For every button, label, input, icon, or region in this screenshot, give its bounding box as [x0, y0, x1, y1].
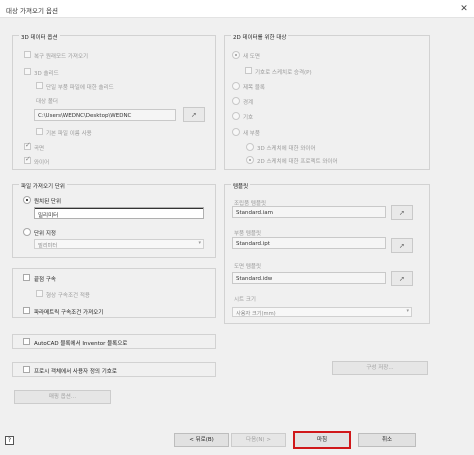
- single-part-label: 단일 부품 파일에 대한 솔리드: [46, 85, 114, 91]
- sketch-3d-radio[interactable]: [246, 143, 254, 151]
- units-from-source-field: 밀리미터: [34, 207, 204, 219]
- browse-icon: ➚: [191, 111, 197, 119]
- assembly-template-field[interactable]: Standard.iam: [232, 206, 386, 218]
- drawing-template-field[interactable]: Standard.idw: [232, 272, 386, 284]
- units-specify-value: 밀리미터: [38, 243, 58, 249]
- title-block-label: 제목 블록: [243, 85, 265, 91]
- sheet-size-select[interactable]: 사용자 크기(mm) ▾: [232, 307, 412, 317]
- units-title: 파일 가져오기 단위: [19, 182, 67, 190]
- solids-checkbox[interactable]: [24, 68, 31, 75]
- window-title: 대상 가져오기 옵션: [6, 7, 58, 15]
- parametric-label: 파라메트릭 구속조건 가져오기: [34, 310, 104, 316]
- constrain-label: 끝점 구속: [34, 277, 56, 283]
- apply-constraints-checkbox[interactable]: [36, 290, 43, 297]
- symbol-label: 기호: [243, 115, 254, 121]
- units-specify-radio[interactable]: [23, 228, 31, 236]
- next-button[interactable]: 다음(N) >: [231, 433, 286, 447]
- units-specify-label: 단위 지정: [34, 231, 56, 237]
- new-drawing-label: 새 도면: [243, 54, 260, 60]
- use-default-name-checkbox[interactable]: [36, 128, 43, 135]
- target-folder-label: 대상 폴더: [36, 99, 58, 105]
- wires-checkbox[interactable]: [24, 155, 31, 164]
- templates-title: 템플릿: [231, 182, 251, 190]
- close-icon[interactable]: ✕: [458, 3, 470, 15]
- title-bar: 대상 가져오기 옵션 ✕: [0, 0, 474, 18]
- sketch-2d-radio[interactable]: [246, 156, 254, 164]
- title-block-radio[interactable]: [232, 82, 240, 90]
- mapping-options-button[interactable]: 매핑 옵션...: [14, 390, 111, 404]
- sketch-2d-label: 2D 스케치에 대한 프로젝트 와이어: [257, 159, 338, 165]
- put-in-sketch-label: 기호로 스케치로 승격(P): [255, 70, 312, 76]
- cancel-button[interactable]: 취소: [358, 433, 416, 447]
- units-from-source-radio[interactable]: [23, 196, 31, 204]
- symbol-radio[interactable]: [232, 112, 240, 120]
- chevron-down-icon: ▾: [198, 240, 201, 246]
- put-in-sketch-checkbox[interactable]: [245, 67, 252, 74]
- assembly-template-browse-button[interactable]: ➚: [391, 205, 413, 220]
- new-part-label: 새 부품: [243, 131, 260, 137]
- target-2d-title: 2D 데이터를 위한 대상: [231, 33, 289, 41]
- constrain-checkbox[interactable]: [23, 274, 30, 281]
- use-default-name-label: 기본 파일 이름 사용: [46, 131, 92, 137]
- sketch-3d-label: 3D 스케치에 대한 와이어: [257, 146, 316, 152]
- sheet-size-label: 시트 크기: [234, 297, 256, 303]
- parametric-checkbox[interactable]: [23, 307, 30, 314]
- solids-label: 3D 솔리드: [34, 71, 59, 77]
- restore-original-checkbox[interactable]: [24, 51, 31, 58]
- import-options-dialog: 대상 가져오기 옵션 ✕ 3D 데이터 옵션 복구 원래모드 가져오기 3D 솔…: [0, 0, 474, 455]
- browse-icon: ➚: [399, 275, 405, 283]
- drawing-template-label: 도면 템플릿: [234, 264, 262, 270]
- surfaces-label: 곡면: [34, 146, 45, 152]
- restore-original-label: 복구 원래모드 가져오기: [34, 54, 89, 60]
- folder-browse-button[interactable]: ➚: [183, 107, 205, 122]
- browse-icon: ➚: [399, 209, 405, 217]
- save-config-button[interactable]: 구성 저장...: [332, 361, 428, 375]
- new-drawing-radio[interactable]: [232, 51, 240, 59]
- part-template-browse-button[interactable]: ➚: [391, 238, 413, 253]
- border-radio[interactable]: [232, 97, 240, 105]
- part-template-field[interactable]: Standard.ipt: [232, 237, 386, 249]
- part-template-label: 부품 템플릿: [234, 231, 262, 237]
- promote-symbols-label: 프로시 객체에서 사용자 정의 기호로: [34, 369, 117, 375]
- import-3d-title: 3D 데이터 옵션: [19, 33, 60, 41]
- single-part-checkbox[interactable]: [36, 82, 43, 89]
- border-label: 경계: [243, 100, 254, 106]
- new-part-radio[interactable]: [232, 128, 240, 136]
- chevron-down-icon: ▾: [406, 308, 409, 314]
- target-folder-field[interactable]: C:\Users\WEDNC\Desktop\WEDNC: [34, 109, 176, 121]
- promote-symbols-checkbox[interactable]: [23, 366, 30, 373]
- browse-icon: ➚: [399, 242, 405, 250]
- back-button[interactable]: < 뒤로(B): [174, 433, 229, 447]
- autocad-blocks-checkbox[interactable]: [23, 338, 30, 345]
- wires-label: 와이어: [34, 160, 50, 166]
- units-from-source-label: 원치된 단위: [34, 199, 62, 205]
- apply-constraints-label: 형상 구속조건 적용: [46, 293, 90, 299]
- surfaces-checkbox[interactable]: [24, 141, 31, 150]
- help-icon[interactable]: ?: [5, 436, 14, 445]
- drawing-template-browse-button[interactable]: ➚: [391, 271, 413, 286]
- sheet-size-value: 사용자 크기(mm): [236, 311, 276, 317]
- units-specify-select[interactable]: 밀리미터 ▾: [34, 239, 204, 249]
- finish-button[interactable]: 마침: [293, 431, 351, 449]
- autocad-blocks-label: AutoCAD 블록에서 Inventor 블록으로: [34, 341, 128, 347]
